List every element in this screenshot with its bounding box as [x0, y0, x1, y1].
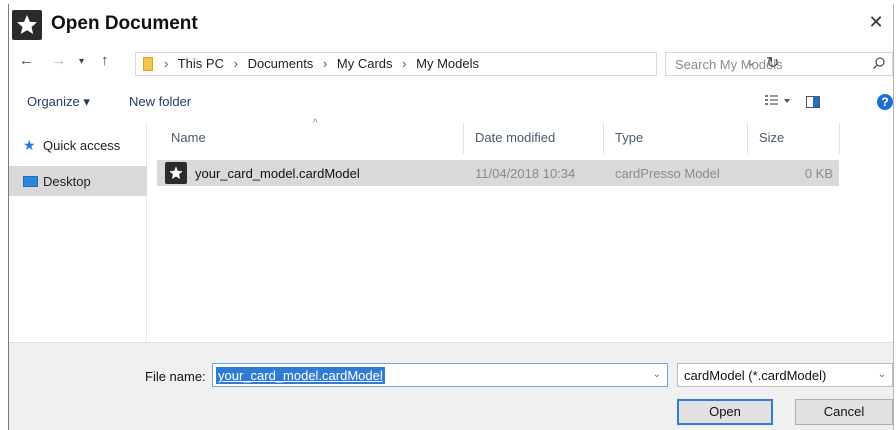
- column-header-type[interactable]: Type: [615, 130, 643, 145]
- title-bar: Open Document ✕: [9, 4, 893, 44]
- help-icon[interactable]: ?: [877, 94, 893, 110]
- cancel-button[interactable]: Cancel: [795, 399, 893, 425]
- file-name: your_card_model.cardModel: [195, 166, 360, 181]
- file-date-modified: 11/04/2018 10:34: [475, 166, 576, 181]
- sidebar-item-quick-access[interactable]: ★ Quick access: [9, 130, 147, 160]
- open-document-dialog: Open Document ✕ ← → ▾ ↑ › This PC › Docu…: [8, 4, 894, 430]
- star-icon: ★: [23, 137, 36, 153]
- window-title: Open Document: [51, 13, 198, 34]
- sidebar-item-label: Quick access: [43, 138, 121, 153]
- breadcrumb-my-models[interactable]: My Models: [416, 56, 479, 71]
- organize-menu-button[interactable]: Organize ▾: [27, 94, 90, 110]
- navigation-pane: ★ Quick access Desktop: [9, 122, 147, 342]
- file-name-history-chevron-icon[interactable]: ⌄: [653, 369, 661, 380]
- open-button[interactable]: Open: [677, 399, 773, 425]
- sidebar-item-desktop[interactable]: Desktop: [9, 166, 147, 196]
- chevron-down-icon: ⌄: [877, 369, 886, 380]
- up-arrow-icon[interactable]: ↑: [101, 52, 109, 69]
- recent-locations-chevron-icon[interactable]: ▾: [79, 56, 84, 67]
- breadcrumb-this-pc[interactable]: This PC: [178, 56, 224, 71]
- close-button[interactable]: ✕: [865, 12, 887, 33]
- dialog-footer: File name: your_card_model.cardModel ⌄ c…: [9, 342, 893, 430]
- table-row[interactable]: your_card_model.cardModel 11/04/2018 10:…: [157, 160, 839, 186]
- column-header-name[interactable]: Name: [171, 130, 206, 145]
- breadcrumb-my-cards[interactable]: My Cards: [337, 56, 393, 71]
- search-icon: [872, 56, 886, 73]
- file-name-value[interactable]: your_card_model.cardModel: [216, 367, 385, 384]
- sort-ascending-icon: ^: [313, 118, 318, 129]
- preview-pane-icon[interactable]: [806, 96, 821, 111]
- file-size: 0 KB: [804, 166, 833, 181]
- folder-icon: [143, 57, 153, 71]
- view-options: [765, 94, 821, 111]
- file-name-label: File name:: [145, 369, 206, 384]
- forward-arrow-icon[interactable]: →: [51, 52, 66, 69]
- navigation-bar: ← → ▾ ↑ › This PC › Documents › My Cards…: [9, 48, 893, 78]
- file-type: cardPresso Model: [615, 166, 720, 181]
- command-bar: Organize ▾ New folder ?: [9, 88, 893, 118]
- file-list: ^ Name Date modified Type Size your_card…: [157, 118, 895, 342]
- sidebar-item-label: Desktop: [43, 174, 91, 189]
- file-type-value: cardModel (*.cardModel): [684, 368, 827, 383]
- search-placeholder: Search My Models: [675, 57, 783, 72]
- back-arrow-icon[interactable]: ←: [19, 52, 34, 69]
- app-star-icon: [12, 10, 42, 40]
- breadcrumb-documents[interactable]: Documents: [248, 56, 314, 71]
- desktop-icon: [23, 176, 38, 187]
- card-model-file-icon: [165, 162, 187, 184]
- search-input[interactable]: Search My Models: [665, 52, 893, 76]
- new-folder-button[interactable]: New folder: [129, 94, 191, 109]
- file-name-input[interactable]: your_card_model.cardModel ⌄: [212, 363, 668, 387]
- breadcrumb: › This PC › Documents › My Cards › My Mo…: [164, 56, 479, 71]
- column-header-size[interactable]: Size: [759, 130, 784, 145]
- address-bar[interactable]: › This PC › Documents › My Cards › My Mo…: [135, 52, 779, 76]
- file-type-select[interactable]: cardModel (*.cardModel) ⌄: [677, 363, 893, 387]
- column-header-date-modified[interactable]: Date modified: [475, 130, 555, 145]
- change-view-icon[interactable]: [765, 95, 794, 111]
